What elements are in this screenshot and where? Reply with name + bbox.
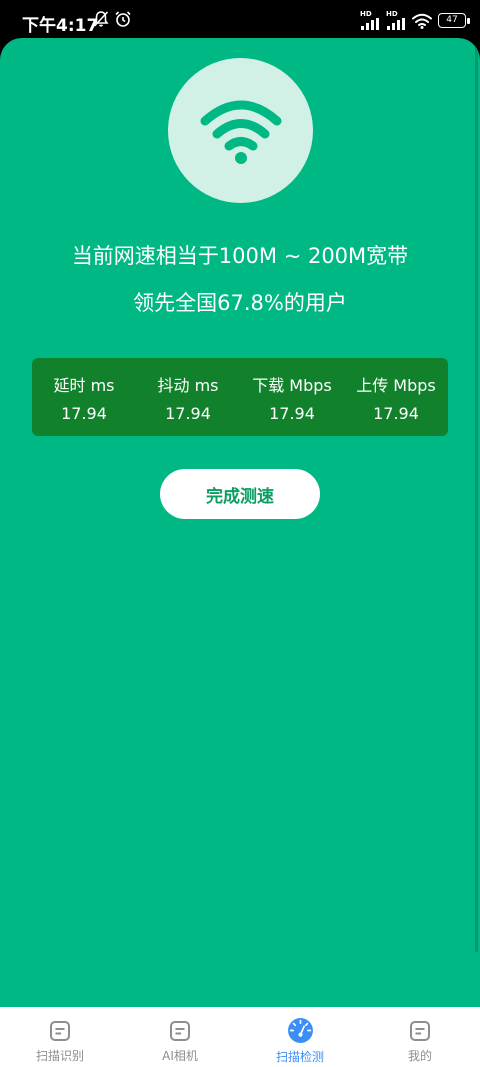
signal-icon <box>387 18 405 30</box>
notifications-off-icon <box>93 11 109 27</box>
battery-indicator: 47 <box>438 13 470 28</box>
ranking-text: 领先全国67.8%的用户 <box>133 291 347 315</box>
wifi-status-icon <box>412 13 432 29</box>
stat-value: 17.94 <box>61 404 107 423</box>
document-icon <box>50 1021 70 1041</box>
stat-value: 17.94 <box>373 404 419 423</box>
document-icon <box>170 1021 190 1041</box>
scrollbar[interactable] <box>475 38 478 952</box>
stat-label: 上传 Mbps <box>356 376 436 395</box>
tab-ai-camera[interactable]: AI相机 <box>120 1007 240 1067</box>
document-icon <box>410 1021 430 1041</box>
wifi-icon <box>200 100 281 164</box>
tab-label: AI相机 <box>162 1049 198 1063</box>
bottom-tab-bar: 扫描识别 AI相机 扫描检测 我的 <box>0 1007 480 1067</box>
stat-jitter: 抖动 ms 17.94 <box>136 358 240 436</box>
speed-equivalent-text: 当前网速相当于100M ~ 200M宽带 <box>71 244 409 268</box>
stat-label: 下载 Mbps <box>252 376 332 395</box>
tab-label: 扫描检测 <box>275 1050 324 1064</box>
signal-icon <box>361 18 379 30</box>
speedometer-icon <box>287 1018 313 1043</box>
stat-value: 17.94 <box>269 404 315 423</box>
tab-label: 我的 <box>407 1049 432 1063</box>
tab-scan-recognize[interactable]: 扫描识别 <box>0 1007 120 1067</box>
status-bar: 下午4:17 HD HD 47 <box>0 0 480 38</box>
cellular-signal-1: HD <box>360 11 380 30</box>
stat-label: 延时 ms <box>53 376 115 395</box>
stat-upload: 上传 Mbps 17.94 <box>344 358 448 436</box>
tab-label: 扫描识别 <box>35 1049 84 1063</box>
alarm-icon <box>115 11 131 27</box>
finish-test-button[interactable]: 完成测速 <box>160 469 320 519</box>
speed-test-result-screen: 当前网速相当于100M ~ 200M宽带 领先全国67.8%的用户 延时 ms … <box>0 38 480 1007</box>
stat-download: 下载 Mbps 17.94 <box>240 358 344 436</box>
tab-scan-detect[interactable]: 扫描检测 <box>240 1007 360 1067</box>
stat-label: 抖动 ms <box>157 376 219 395</box>
stat-latency: 延时 ms 17.94 <box>32 358 136 436</box>
wifi-badge <box>168 58 313 203</box>
stat-value: 17.94 <box>165 404 211 423</box>
stats-panel: 延时 ms 17.94 抖动 ms 17.94 下载 Mbps 17.94 上传… <box>32 358 448 436</box>
status-time: 下午4:17 <box>22 16 99 36</box>
tab-mine[interactable]: 我的 <box>360 1007 480 1067</box>
cellular-signal-2: HD <box>386 11 406 30</box>
